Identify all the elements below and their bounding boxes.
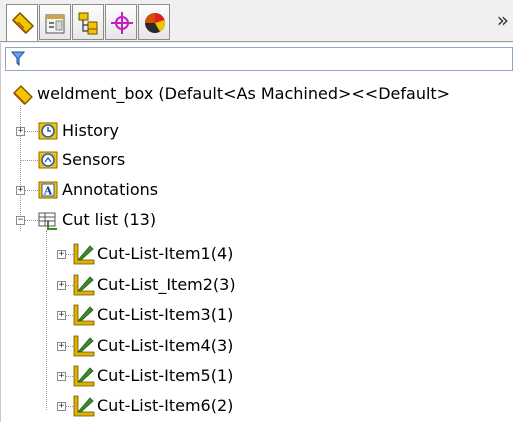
cut-list-item-expander[interactable]: +	[57, 250, 66, 259]
sensor-icon	[38, 151, 58, 169]
tab-configurationmanager[interactable]	[72, 4, 104, 40]
tab-featuremanager[interactable]	[6, 4, 38, 42]
cut-list-item[interactable]: Cut-List_Item2(3)	[97, 275, 236, 295]
svg-text:A: A	[43, 185, 53, 198]
cut-list-item-expander[interactable]: +	[57, 311, 66, 320]
tree-item-history[interactable]: History	[62, 121, 119, 141]
weldment-cut-list-item-icon	[73, 304, 95, 326]
more-tabs-button[interactable]: »	[497, 8, 509, 32]
propertymanager-tab-icon	[45, 14, 65, 34]
weldment-cut-list-item-icon	[73, 365, 95, 387]
dimxpert-tab-icon	[111, 12, 133, 34]
annotations-icon: A	[38, 181, 58, 199]
cut-list-item-expander[interactable]: +	[57, 372, 66, 381]
tab-bar-divider	[0, 41, 513, 42]
featuremanager-tab-icon	[11, 11, 35, 35]
filter-bar[interactable]	[5, 47, 513, 71]
manager-tab-bar: »	[0, 0, 513, 43]
cut-list-item[interactable]: Cut-List-Item4(3)	[97, 336, 233, 356]
filter-icon[interactable]	[11, 51, 25, 67]
tab-propertymanager[interactable]	[39, 4, 71, 40]
history-icon	[38, 122, 58, 140]
cut-list-item[interactable]: Cut-List-Item5(1)	[97, 366, 233, 386]
tab-dimxpert[interactable]	[105, 4, 137, 40]
cut-list-item-expander[interactable]: +	[57, 281, 66, 290]
cut-list-item[interactable]: Cut-List-Item6(2)	[97, 396, 233, 416]
configurationmanager-tab-icon	[78, 12, 98, 35]
tree-trunk-line	[20, 106, 21, 231]
display-manager-tab-icon	[145, 13, 165, 33]
cut-list-folder-icon	[38, 212, 57, 230]
feature-tree: weldment_box (Default<As Machined><<Defa…	[0, 78, 513, 422]
cut-list-item-expander[interactable]: +	[57, 342, 66, 351]
tab-display-manager[interactable]	[138, 4, 170, 40]
tree-item-cut-list[interactable]: Cut list (13)	[62, 210, 156, 230]
cutlist-children-line	[46, 230, 47, 410]
weldment-cut-list-item-icon	[73, 274, 95, 296]
cut-list-item[interactable]: Cut-List-Item1(4)	[97, 244, 233, 264]
root-part-label[interactable]: weldment_box (Default<As Machined><<Defa…	[37, 84, 450, 104]
cutlist-collapse-expander[interactable]: −	[16, 216, 25, 225]
annotations-expander[interactable]: +	[16, 186, 25, 195]
history-expander[interactable]: +	[16, 127, 25, 136]
weldment-cut-list-item-icon	[73, 335, 95, 357]
tree-item-annotations[interactable]: Annotations	[62, 180, 158, 200]
part-icon	[13, 85, 33, 105]
tree-item-sensors[interactable]: Sensors	[62, 150, 125, 170]
cut-list-item[interactable]: Cut-List-Item3(1)	[97, 305, 233, 325]
cut-list-item-expander[interactable]: +	[57, 402, 66, 411]
weldment-cut-list-item-icon	[73, 243, 95, 265]
weldment-cut-list-item-icon	[73, 395, 95, 417]
